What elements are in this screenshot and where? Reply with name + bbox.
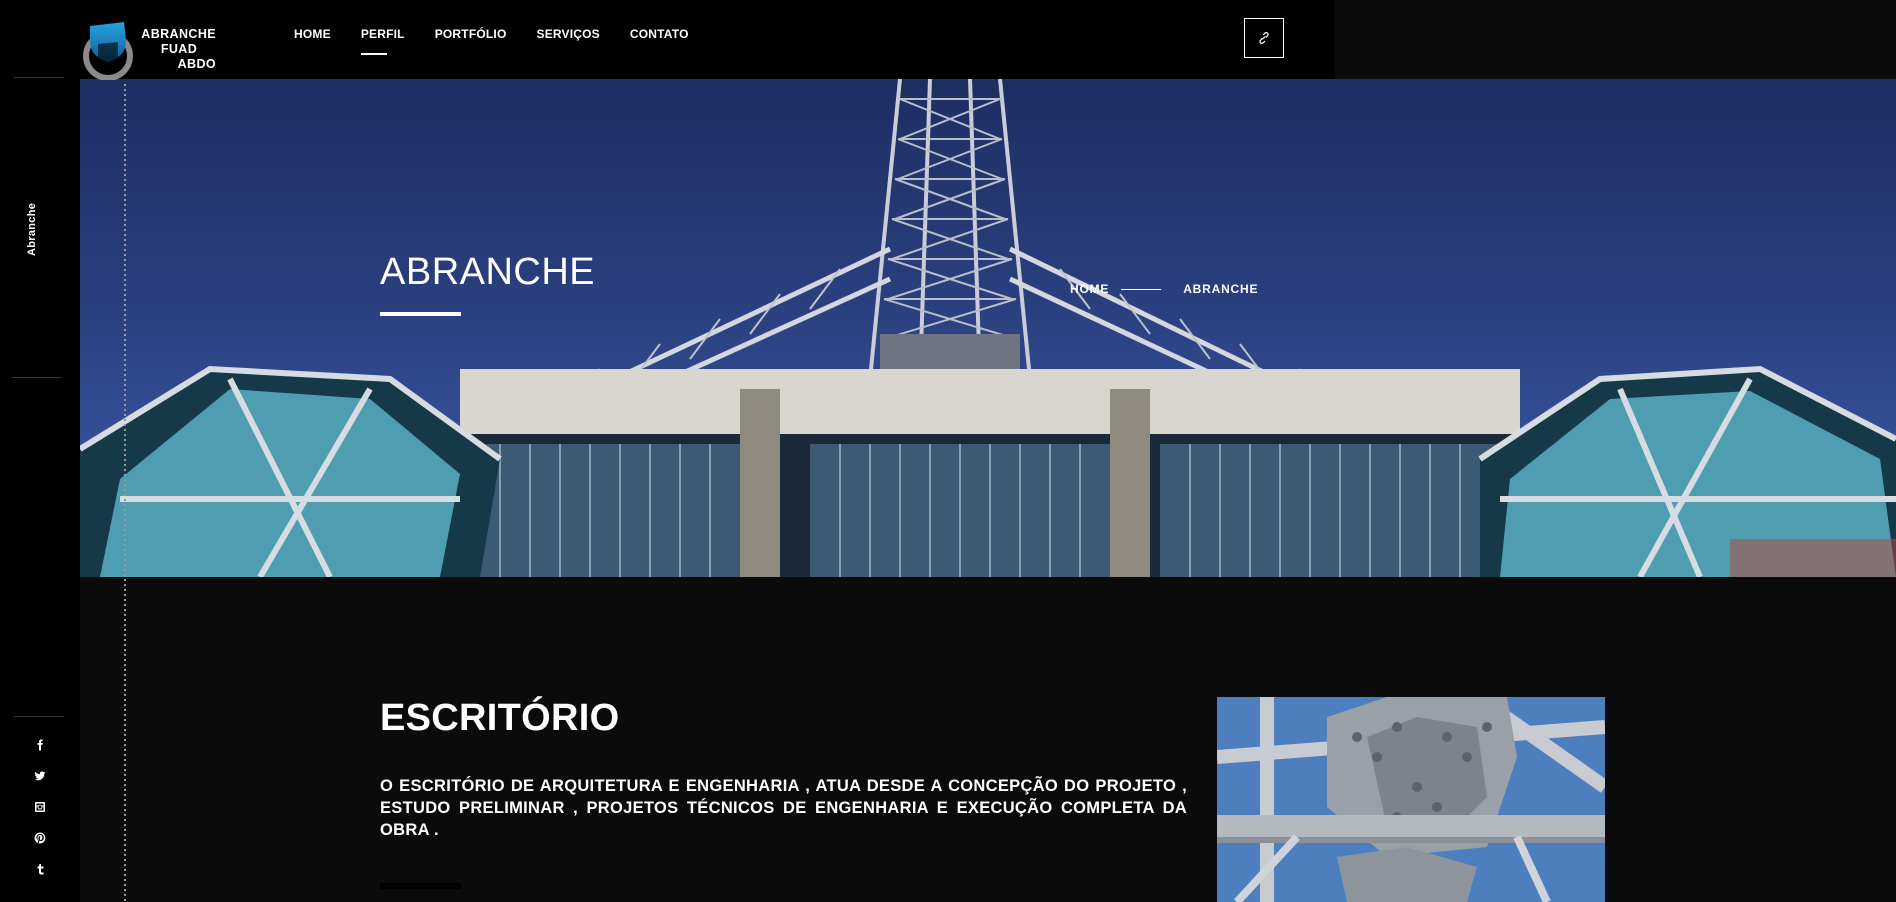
sidebar-divider — [14, 77, 64, 78]
logo[interactable]: ABRANCHE FUAD ABDO — [80, 16, 220, 82]
nav-servicos[interactable]: SERVIÇOS — [536, 27, 599, 41]
nav-portfolio[interactable]: PORTFÓLIO — [435, 27, 507, 41]
nav-contato[interactable]: CONTATO — [630, 27, 689, 41]
nav-home[interactable]: HOME — [294, 27, 331, 41]
pinterest-icon[interactable] — [30, 828, 50, 848]
hero-title: ABRANCHE — [380, 251, 596, 293]
nav-perfil[interactable]: PERFIL — [360, 27, 405, 55]
breadcrumb: HOME ABRANCHE — [1070, 282, 1258, 296]
twitter-icon[interactable] — [30, 766, 50, 786]
section-title: ESCRITÓRIO — [380, 697, 620, 739]
share-icon — [1259, 32, 1269, 44]
logo-line: FUAD — [160, 42, 198, 56]
main-nav: HOME PERFIL PORTFÓLIO SERVIÇOS CONTATO — [294, 27, 719, 55]
logo-mark-icon — [83, 22, 133, 80]
steel-joint-photo — [1217, 697, 1605, 902]
sidebar-divider — [12, 377, 62, 378]
breadcrumb-separator — [1121, 288, 1162, 290]
section-divider — [380, 883, 461, 889]
tumblr-icon[interactable] — [30, 859, 50, 879]
section-description: O ESCRITÓRIO DE ARQUITETURA E ENGENHARIA… — [380, 777, 1187, 839]
left-sidebar: Abranche — [0, 0, 80, 902]
hero-banner: ABRANCHE HOME ABRANCHE — [80, 79, 1896, 577]
breadcrumb-home[interactable]: HOME — [1070, 282, 1109, 296]
sidebar-divider — [14, 716, 64, 717]
breadcrumb-current: ABRANCHE — [1183, 282, 1259, 296]
logo-line: ABDO — [177, 57, 216, 71]
top-navbar: ABRANCHE FUAD ABDO HOME PERFIL PORTFÓLIO… — [80, 0, 1334, 82]
facebook-icon[interactable] — [30, 735, 50, 755]
sidebar-vertical-label: Abranche — [26, 202, 38, 256]
office-section: ESCRITÓRIO O ESCRITÓRIO DE ARQUITETURA E… — [80, 577, 1896, 902]
hero-background-image — [80, 79, 1896, 577]
instagram-icon[interactable] — [30, 797, 50, 817]
logo-text: ABRANCHE FUAD ABDO — [138, 27, 216, 72]
section-image — [1217, 697, 1605, 902]
dotted-guide-line — [124, 84, 126, 902]
logo-line: ABRANCHE — [141, 27, 216, 41]
share-button[interactable] — [1244, 18, 1284, 58]
hero-title-underline — [380, 312, 461, 316]
